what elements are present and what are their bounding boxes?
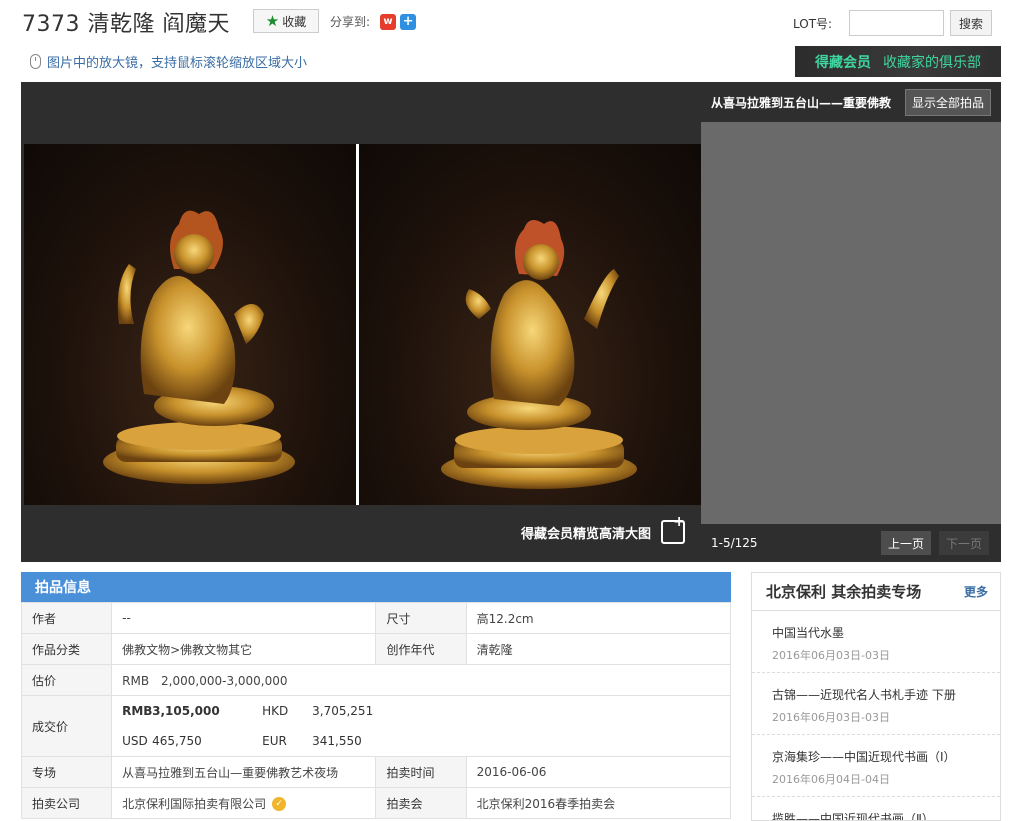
lot-input[interactable] — [849, 10, 944, 36]
table-row: 拍卖公司 北京保利国际拍卖有限公司 ✓ 拍卖会 北京保利2016春季拍卖会 — [20, 787, 732, 819]
company-label: 拍卖公司 — [20, 787, 113, 819]
session-value[interactable]: 从喜马拉雅到五台山—重要佛教艺术夜场 — [111, 756, 377, 788]
author-label: 作者 — [20, 602, 113, 634]
auction-date: 2016年06月03日-03日 — [772, 711, 890, 724]
list-item[interactable]: 古锦——近现代名人书札手迹 下册 2016年06月03日-03日 — [752, 673, 1000, 735]
search-button[interactable]: 搜索 — [950, 10, 992, 36]
plus-icon[interactable]: + — [400, 13, 417, 30]
auction-value[interactable]: 北京保利2016春季拍卖会 — [465, 787, 732, 819]
category-value: 佛教文物>佛教文物其它 — [111, 633, 377, 665]
estimate-label: 估价 — [20, 664, 113, 696]
size-label: 尺寸 — [375, 602, 467, 634]
deal-rmb-currency: RMB — [122, 704, 153, 718]
deal-usd-value: 465,750 — [152, 734, 202, 748]
company-cell: 北京保利国际拍卖有限公司 ✓ — [111, 787, 377, 819]
year-label: 创作年代 — [375, 633, 467, 665]
lot-info: 拍品信息 作者 -- 尺寸 高12.2cm 作品分类 佛教文物>佛教文物其它 创… — [20, 572, 732, 819]
star-icon: ★ — [265, 12, 280, 30]
member-banner-title: 得藏会员 — [815, 54, 871, 71]
auction-label: 拍卖会 — [375, 787, 467, 819]
lot-label: LOT号: — [793, 17, 833, 31]
author-value: -- — [111, 602, 377, 634]
deal-rmb-value: 3,105,000 — [152, 704, 220, 718]
page-title: 7373 清乾隆 阎魔天 — [22, 12, 230, 37]
auction-name: 中国当代水墨 — [772, 626, 845, 640]
table-row: 成交价 RMB 3,105,000 HKD 3,705,251 USD 465,… — [20, 695, 731, 757]
favorite-label: 收藏 — [282, 14, 307, 29]
table-row: 估价 RMB 2,000,000-3,000,000 — [20, 664, 731, 696]
expand-icon — [661, 514, 685, 544]
auction-date: 2016年06月04日-04日 — [772, 773, 890, 786]
favorite-button[interactable]: ★ 收藏 — [253, 9, 319, 33]
auction-time-value: 2016-06-06 — [465, 756, 732, 788]
estimate-value: RMB 2,000,000-3,000,000 — [111, 664, 731, 696]
auction-name: 京海集珍——中国近现代书画（Ⅰ） — [772, 750, 956, 764]
member-banner[interactable]: 得藏会员 收藏家的俱乐部 — [795, 46, 1001, 77]
pagination-count: 1-5/125 — [711, 536, 758, 550]
table-row: 作者 -- 尺寸 高12.2cm — [20, 602, 732, 634]
auction-name: 揽胜——中国近现代书画（Ⅱ） — [772, 812, 934, 821]
statue-back-image — [441, 220, 637, 489]
lot-image-front[interactable] — [24, 144, 356, 505]
magnifier-hint: 图片中的放大镜，支持鼠标滚轮缩放区域大小 — [30, 52, 307, 71]
related-lots-pagination: 1-5/125 上一页 下一页 — [701, 524, 1001, 562]
table-row: 专场 从喜马拉雅到五台山—重要佛教艺术夜场 拍卖时间 2016-06-06 — [20, 756, 732, 788]
category-label: 作品分类 — [20, 633, 113, 665]
more-link[interactable]: 更多 — [964, 583, 988, 600]
table-row: 作品分类 佛教文物>佛教文物其它 创作年代 清乾隆 — [20, 633, 732, 665]
deal-price-label: 成交价 — [20, 695, 113, 757]
share-label: 分享到: — [330, 15, 371, 29]
auction-time-label: 拍卖时间 — [375, 756, 467, 788]
prev-page-button[interactable]: 上一页 — [881, 531, 931, 555]
related-lots-panel: 从喜马拉雅到五台山——重要佛教 显示全部拍品 1-5/125 上一页 下一页 — [701, 82, 1001, 562]
deal-price-cell: RMB 3,105,000 HKD 3,705,251 USD 465,750 … — [111, 695, 731, 757]
mouse-icon — [30, 54, 41, 69]
other-auctions-panel: 北京保利 其余拍卖专场 更多 中国当代水墨 2016年06月03日-03日 古锦… — [751, 572, 1001, 821]
hd-view-label: 得藏会员精览高清大图 — [520, 526, 651, 542]
list-item[interactable]: 揽胜——中国近现代书画（Ⅱ） — [752, 797, 1000, 821]
image-viewer[interactable]: 得藏会员精览高清大图 — [21, 82, 701, 562]
auction-name: 古锦——近现代名人书札手迹 下册 — [772, 688, 956, 702]
deal-eur-currency: EUR — [262, 734, 287, 748]
next-page-button[interactable]: 下一页 — [939, 531, 989, 555]
verified-icon: ✓ — [272, 797, 287, 811]
weibo-icon[interactable]: w — [380, 13, 397, 30]
deal-hkd-value: 3,705,251 — [312, 704, 374, 718]
auction-date: 2016年06月03日-03日 — [772, 649, 890, 662]
lot-info-heading: 拍品信息 — [21, 572, 731, 602]
year-value: 清乾隆 — [465, 633, 732, 665]
list-item[interactable]: 京海集珍——中国近现代书画（Ⅰ） 2016年06月04日-04日 — [752, 735, 1000, 797]
lot-info-table: 作者 -- 尺寸 高12.2cm 作品分类 佛教文物>佛教文物其它 创作年代 清… — [20, 602, 732, 819]
size-value: 高12.2cm — [465, 602, 732, 634]
session-label: 专场 — [20, 756, 113, 788]
deal-usd-currency: USD — [122, 734, 148, 748]
member-banner-subtitle: 收藏家的俱乐部 — [883, 54, 981, 71]
share-bar: 分享到: w + — [330, 13, 417, 30]
list-item[interactable]: 中国当代水墨 2016年06月03日-03日 — [752, 611, 1000, 673]
hd-view-link[interactable]: 得藏会员精览高清大图 — [520, 514, 685, 544]
deal-hkd-currency: HKD — [262, 704, 289, 718]
company-value[interactable]: 北京保利国际拍卖有限公司 — [122, 797, 266, 811]
other-auctions-title: 北京保利 其余拍卖专场 — [766, 583, 922, 601]
other-auctions-header: 北京保利 其余拍卖专场 更多 — [752, 573, 1000, 611]
lot-image-back[interactable] — [359, 144, 701, 505]
related-lots-title: 从喜马拉雅到五台山——重要佛教 — [711, 95, 892, 110]
statue-front-image — [103, 210, 295, 484]
magnifier-hint-text: 图片中的放大镜，支持鼠标滚轮缩放区域大小 — [47, 56, 308, 71]
related-lots-header: 从喜马拉雅到五台山——重要佛教 显示全部拍品 — [701, 82, 1001, 122]
deal-eur-value: 341,550 — [312, 734, 362, 748]
show-all-lots-button[interactable]: 显示全部拍品 — [904, 88, 991, 116]
